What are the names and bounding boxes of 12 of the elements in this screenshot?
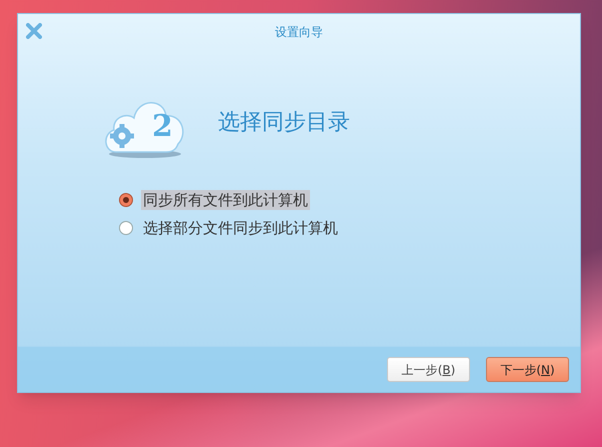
back-button[interactable]: 上一步(B) (387, 357, 470, 382)
window-title: 设置向导 (275, 24, 323, 41)
step-number: 2 (152, 112, 173, 142)
step-title: 选择同步目录 (218, 108, 350, 136)
cloud-icon (105, 102, 184, 158)
option-label[interactable]: 同步所有文件到此计算机 (141, 190, 310, 210)
option-label[interactable]: 选择部分文件同步到此计算机 (141, 218, 340, 238)
radio-button[interactable] (119, 193, 133, 207)
radio-button[interactable] (119, 221, 133, 235)
close-icon[interactable] (26, 23, 42, 39)
next-button[interactable]: 下一步(N) (486, 357, 569, 382)
gear-icon (110, 124, 134, 148)
